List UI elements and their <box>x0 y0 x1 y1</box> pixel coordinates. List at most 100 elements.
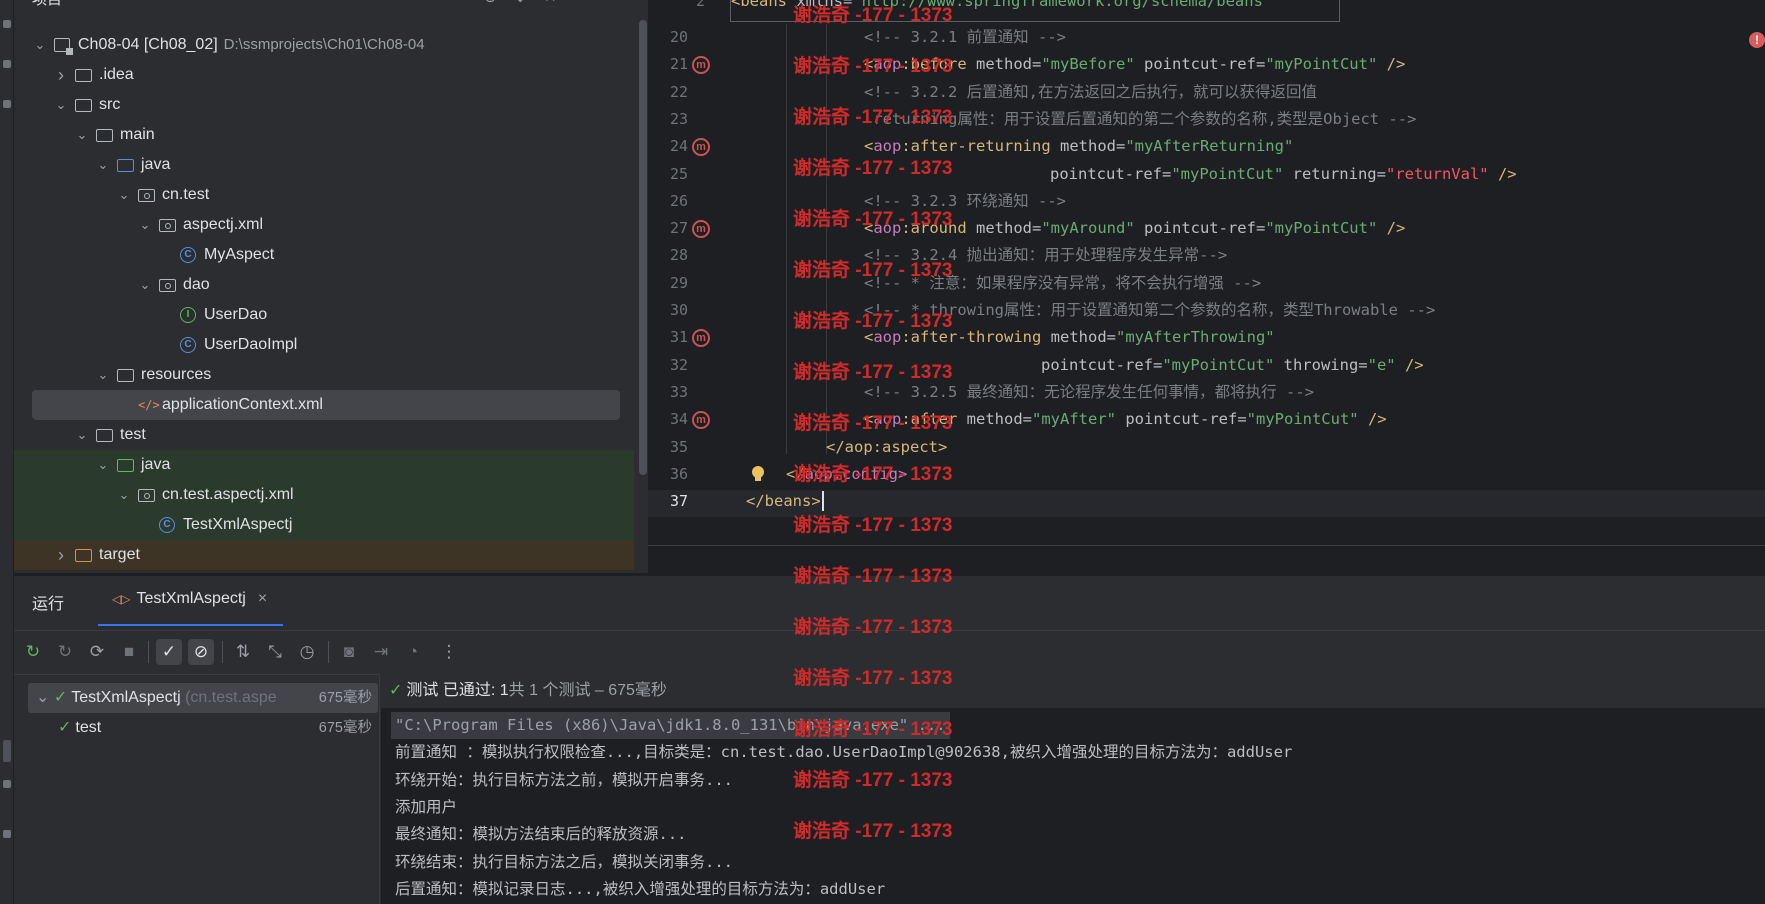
comment: <!-- 3.2.3 环绕通知 --> <box>864 191 1066 210</box>
strip-icon[interactable] <box>3 830 11 838</box>
run-label[interactable]: 运行 <box>32 590 64 614</box>
status-total: 共 1 个测试 – 675毫秒 <box>508 682 667 699</box>
strip-icon[interactable] <box>3 780 11 788</box>
close-icon[interactable]: × <box>258 590 267 607</box>
close-icon[interactable]: ✕ <box>544 0 557 6</box>
project-title[interactable]: 项目 <box>32 0 62 9</box>
method-reference-icon[interactable]: m <box>692 411 710 430</box>
tree-item-name: applicationContext.xml <box>162 396 323 413</box>
tree-item[interactable]: › target <box>14 540 634 570</box>
chevron-down-icon[interactable]: ⌄ <box>74 120 90 150</box>
chevron-down-icon[interactable]: ⌄ <box>116 480 132 510</box>
tree-item-label: aspectj.xml <box>183 210 263 240</box>
chevron-down-icon[interactable]: ⌄ <box>74 420 90 450</box>
method-reference-icon[interactable]: m <box>692 56 710 75</box>
tree-item[interactable]: › .idea <box>14 60 634 90</box>
rerun-icon[interactable]: ↻ <box>20 639 46 665</box>
chevron-down-icon[interactable]: ⌄ <box>53 90 69 120</box>
gauge-icon[interactable]: ◔ <box>400 639 426 665</box>
minimize-icon[interactable]: — <box>576 0 591 5</box>
tree-item[interactable]: ⌄ dao <box>14 270 634 300</box>
project-scrollbar[interactable] <box>639 20 647 475</box>
chevron-down-icon[interactable]: ⌄ <box>36 689 54 706</box>
history-icon[interactable]: ◷ <box>294 639 320 665</box>
chevron-right-icon[interactable]: › <box>53 60 69 90</box>
line-number: 26 <box>669 191 688 210</box>
tree-item-label: TestXmlAspectj <box>183 510 292 540</box>
class-icon: C <box>180 337 196 353</box>
stop-icon[interactable]: ■ <box>116 639 142 665</box>
run-toolbar: ↻ ↻ ⟳ ■ ✓ ⊘ ⇅ ⤡ ◷ ◙ ⇥ ◔ ⋮ <box>14 630 1765 674</box>
strip-icon[interactable] <box>3 20 11 28</box>
tree-item[interactable]: ⌄ resources <box>14 360 634 390</box>
namespace: aop <box>873 137 902 156</box>
console-output[interactable]: ✓ 测试 已通过: 1共 1 个测试 – 675毫秒 "C:\Program Fi… <box>381 674 1765 904</box>
attr-name: method= <box>966 219 1042 238</box>
tag-close: </beans> <box>746 492 821 511</box>
tree-item[interactable]: ⌄ test <box>14 420 634 450</box>
folder-icon <box>75 69 92 82</box>
tree-item[interactable]: ⌄ Ch08-04 [Ch08_02] D:\ssmprojects\Ch01\Ch… <box>14 30 634 60</box>
tree-item[interactable]: </> applicationContext.xml <box>32 390 620 420</box>
code-line: <!-- * throwing属性：用于设置通知第二个参数的名称，类型Throw… <box>864 297 1435 324</box>
tree-item[interactable]: ⌄ main <box>14 120 634 150</box>
code-editor[interactable]: 20 21 m 22 23 24 m 25 26 27 m 28 29 30 31 m 32 33 34 m 35 36 3… <box>648 0 1765 548</box>
tree-item[interactable]: C MyAspect <box>14 240 634 270</box>
method-reference-icon[interactable]: m <box>692 138 710 157</box>
tree-item[interactable]: ⌄ aspectj.xml <box>14 210 634 240</box>
chevron-down-icon[interactable]: ⌄ <box>95 450 111 480</box>
run-tab-testxmlaspectj[interactable]: ◁▷ TestXmlAspectj × <box>98 576 284 626</box>
show-passed-icon[interactable]: ✓ <box>156 639 182 665</box>
tag-name: :after <box>901 410 958 429</box>
line-number: 30 <box>669 301 688 319</box>
more-icon[interactable]: ⋮ <box>436 639 462 665</box>
tree-item[interactable]: ⌄ cn.test <box>14 180 634 210</box>
tag-open: < <box>864 55 874 74</box>
show-ignored-icon[interactable]: ⊘ <box>188 639 214 665</box>
collapse-icon[interactable]: ⤡ <box>262 639 288 665</box>
tree-item-label: applicationContext.xml <box>162 390 323 420</box>
tree-item[interactable]: C TestXmlAspectj <box>14 510 634 540</box>
tree-item[interactable]: ⌄ cn.test.aspectj.xml <box>14 480 634 510</box>
strip-icon[interactable] <box>3 100 11 108</box>
chevron-right-icon[interactable]: › <box>53 540 69 570</box>
test-suite-row[interactable]: ⌄ ✓ TestXmlAspectj (cn.test.aspe 675毫秒 <box>28 683 378 713</box>
tree-item-name: main <box>120 126 155 143</box>
chevron-down-icon[interactable]: ⌄ <box>137 210 153 240</box>
tree-item-name: UserDao <box>204 306 268 323</box>
code-line: pointcut-ref="myPointCut" returning="ret… <box>1050 161 1517 188</box>
tree-item-name: UserDaoImpl <box>204 336 298 353</box>
crosshair-icon[interactable]: ⊕ <box>484 0 497 6</box>
chevron-down-icon[interactable]: ⌄ <box>116 180 132 210</box>
method-reference-icon[interactable]: m <box>692 329 710 348</box>
attr-value: "myAfterReturning" <box>1125 137 1294 156</box>
folder-icon <box>75 99 92 112</box>
tree-item[interactable]: ⌄ java <box>14 450 634 480</box>
chevron-down-icon[interactable]: ⌄ <box>137 270 153 300</box>
tree-item[interactable]: ⌄ java <box>14 150 634 180</box>
import-icon[interactable]: ⇥ <box>368 639 394 665</box>
lightbulb-icon[interactable] <box>752 465 764 482</box>
sort-icon[interactable]: ⇅ <box>230 639 256 665</box>
rerun-failed-icon[interactable]: ↻ <box>52 639 78 665</box>
chevron-down-icon[interactable]: ⌄ <box>95 150 111 180</box>
chevron-down-icon[interactable]: ⌄ <box>95 360 111 390</box>
chevron-down-icon[interactable]: ⌄ <box>514 0 527 6</box>
toggle-auto-test-icon[interactable]: ⟳ <box>84 639 110 665</box>
sticky-header-line[interactable]: 2 <beans xmlns="http://www.springframewo… <box>696 0 1340 22</box>
camera-icon[interactable]: ◙ <box>336 639 362 665</box>
strip-icon[interactable] <box>3 60 11 68</box>
tree-item[interactable]: C UserDaoImpl <box>14 330 634 360</box>
error-indicator-icon[interactable]: ! <box>1749 32 1765 48</box>
code-line: </aop:config> <box>786 461 907 488</box>
chevron-down-icon[interactable]: ⌄ <box>32 30 48 60</box>
tree-item[interactable]: I UserDao <box>14 300 634 330</box>
code-line: <aop:around method="myAround" pointcut-r… <box>864 215 1405 242</box>
method-reference-icon[interactable]: m <box>692 220 710 239</box>
test-case-row[interactable]: ✓ test 675毫秒 <box>28 713 378 743</box>
line-number: 35 <box>669 437 688 456</box>
line-number: 21 <box>669 55 688 74</box>
tree-item[interactable]: ⌄ src <box>14 90 634 120</box>
code-line: </aop:aspect> <box>826 434 947 461</box>
strip-icon-run[interactable] <box>3 740 11 762</box>
